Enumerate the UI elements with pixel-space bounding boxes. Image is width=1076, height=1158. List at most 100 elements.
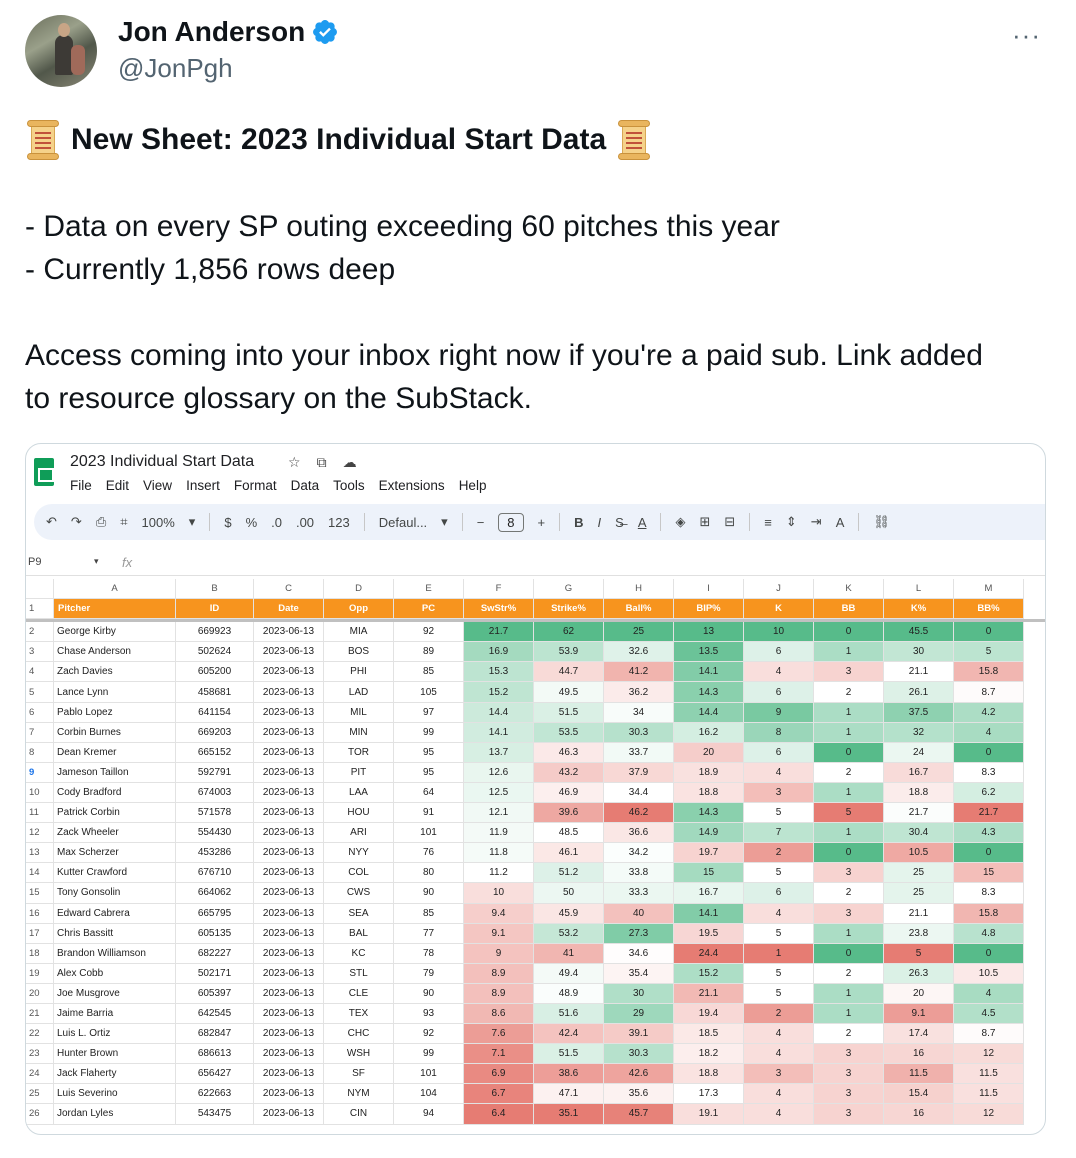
menu-extensions: Extensions: [378, 478, 445, 493]
table-cell: LAA: [324, 782, 394, 804]
table-cell: 669203: [176, 722, 254, 743]
decrease-decimal: .0: [271, 514, 282, 530]
paint-format-icon: ⌗: [120, 514, 128, 529]
scroll-emoji-icon: [25, 120, 61, 160]
table-cell: 682847: [176, 1024, 254, 1045]
font-size-input: 8: [498, 512, 524, 532]
table-cell: 39.1: [604, 1024, 674, 1045]
table-cell: 99: [394, 1044, 464, 1065]
attached-image-spreadsheet[interactable]: 2023 Individual Start Data ☆ ⧉ ☁ File Edi…: [25, 443, 1046, 1135]
table-cell: 5: [744, 983, 814, 1004]
menu-file: File: [70, 478, 92, 493]
table-cell: Pablo Lopez: [54, 702, 176, 723]
corner-cell: [26, 579, 54, 600]
table-cell: 45.5: [884, 622, 954, 643]
table-cell: 6: [744, 883, 814, 904]
avatar[interactable]: [25, 15, 97, 87]
row-number: 17: [26, 923, 54, 944]
table-cell: 15: [674, 863, 744, 884]
table-cell: 2023-06-13: [254, 1044, 324, 1065]
table-cell: 46.3: [534, 742, 604, 763]
table-cell: 41: [534, 943, 604, 964]
table-cell: 9.1: [464, 923, 534, 944]
handle[interactable]: @JonPgh: [118, 53, 233, 84]
zoom-select: 100%: [141, 514, 175, 530]
google-sheets-logo-icon: [34, 458, 54, 486]
table-cell: 15.4: [884, 1084, 954, 1105]
table-cell: 2: [814, 963, 884, 984]
row-number: 21: [26, 1003, 54, 1025]
header-cell: Opp: [324, 599, 394, 620]
table-cell: 2: [744, 843, 814, 864]
table-cell: KC: [324, 943, 394, 964]
table-cell: 16.7: [884, 762, 954, 783]
table-cell: 20: [884, 983, 954, 1004]
table-cell: Jordan Lyles: [54, 1104, 176, 1125]
table-cell: 15.8: [954, 662, 1024, 683]
table-cell: 10: [464, 883, 534, 904]
chevron-down-icon: ▾: [441, 514, 448, 529]
table-cell: 1: [814, 983, 884, 1004]
row-number: 19: [26, 963, 54, 984]
table-cell: 4: [744, 1044, 814, 1065]
table-cell: 50: [534, 883, 604, 904]
table-cell: 2023-06-13: [254, 923, 324, 944]
table-cell: 92: [394, 622, 464, 643]
header-cell: ID: [176, 599, 254, 620]
table-cell: 1: [814, 782, 884, 804]
table-cell: 48.9: [534, 983, 604, 1004]
table-cell: 8.3: [954, 883, 1024, 904]
table-cell: 4: [744, 762, 814, 783]
fx-icon: fx: [122, 555, 133, 570]
table-cell: CHC: [324, 1024, 394, 1045]
table-cell: 8.9: [464, 983, 534, 1004]
row-number: 2: [26, 622, 54, 643]
row-number: 12: [26, 823, 54, 844]
table-cell: SF: [324, 1064, 394, 1085]
table-cell: 0: [814, 742, 884, 763]
table-cell: 664062: [176, 883, 254, 904]
table-cell: 2023-06-13: [254, 843, 324, 864]
table-cell: 5: [744, 863, 814, 884]
display-name[interactable]: Jon Anderson: [118, 16, 339, 48]
table-cell: 25: [604, 622, 674, 643]
table-cell: MIN: [324, 722, 394, 743]
table-row: 12 Zack Wheeler 554430 2023-06-13 ARI 101 11.9…: [26, 823, 1045, 844]
table-row: 17 Chris Bassitt 605135 2023-06-13 BAL 77 9.1 5…: [26, 923, 1045, 944]
table-cell: 676710: [176, 863, 254, 884]
table-cell: 18.5: [674, 1024, 744, 1045]
table-cell: 20: [674, 742, 744, 763]
table-cell: 12: [954, 1044, 1024, 1065]
chevron-down-icon: ▾: [188, 514, 196, 529]
menu-help: Help: [458, 478, 487, 493]
tweet-paragraph-line-1: Access coming into your inbox right now …: [25, 339, 983, 372]
table-cell: 30.3: [604, 1044, 674, 1065]
more-options-icon[interactable]: ···: [1012, 20, 1041, 51]
table-cell: 49.5: [534, 682, 604, 703]
column-header-h: H: [604, 579, 674, 600]
display-name-text[interactable]: Jon Anderson: [118, 16, 305, 48]
header-cell: Date: [254, 599, 324, 620]
table-cell: Chase Anderson: [54, 642, 176, 663]
table-cell: 2: [814, 682, 884, 703]
table-row: 10 Cody Bradford 674003 2023-06-13 LAA 64 12.5…: [26, 782, 1045, 804]
table-cell: 3: [814, 1044, 884, 1065]
table-cell: 2: [814, 883, 884, 904]
table-cell: 669923: [176, 622, 254, 643]
table-cell: 641154: [176, 702, 254, 723]
table-cell: 11.5: [954, 1064, 1024, 1085]
move-folder-icon: ⧉: [316, 454, 327, 470]
table-cell: 17.3: [674, 1084, 744, 1105]
table-cell: 642545: [176, 1003, 254, 1025]
star-icon: ☆: [288, 454, 301, 470]
table-cell: 41.2: [604, 662, 674, 683]
row-number: 4: [26, 662, 54, 683]
table-cell: Kutter Crawford: [54, 863, 176, 884]
table-cell: 1: [814, 823, 884, 844]
header-cell: Ball%: [604, 599, 674, 620]
table-row: 3 Chase Anderson 502624 2023-06-13 BOS 89 16.9…: [26, 642, 1045, 663]
table-cell: 101: [394, 1064, 464, 1085]
table-cell: 46.9: [534, 782, 604, 804]
table-cell: 53.2: [534, 923, 604, 944]
table-cell: 11.8: [464, 843, 534, 864]
